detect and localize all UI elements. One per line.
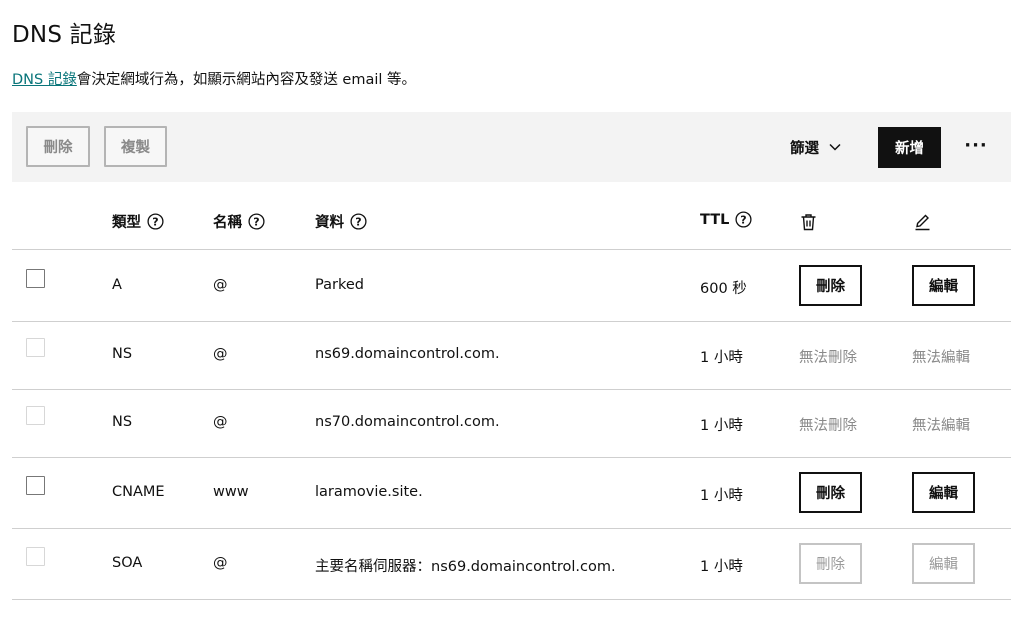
svg-text:?: ? (253, 215, 259, 228)
column-header-data: 資料 ? (315, 211, 367, 232)
record-data: ns69.domaincontrol.com. (315, 346, 500, 362)
help-icon[interactable]: ? (735, 211, 752, 228)
record-name: @ (213, 346, 228, 362)
svg-text:?: ? (152, 215, 158, 228)
records-toolbar: 刪除 複製 篩選 新增 ··· (12, 112, 1011, 182)
column-header-ttl: TTL ? (700, 211, 752, 228)
cannot-delete-text: 無法刪除 (799, 350, 857, 366)
row-checkbox-disabled (26, 338, 45, 357)
intro-text: DNS 記錄會決定網域行為，如顯示網站內容及發送 email 等。 (12, 68, 416, 89)
column-header-type: 類型 ? (112, 211, 164, 232)
dns-records-help-link[interactable]: DNS 記錄 (12, 72, 77, 88)
svg-text:?: ? (741, 213, 747, 226)
cannot-edit-text: 無法編輯 (912, 418, 970, 434)
table-header: 類型 ? 名稱 ? 資料 ? TTL ? (12, 196, 1011, 250)
cannot-edit-text: 無法編輯 (912, 350, 970, 366)
edit-record-button[interactable]: 編輯 (912, 472, 975, 513)
table-row: CNAME www laramovie.site. 1 小時 刪除 編輯 (12, 458, 1011, 529)
help-icon[interactable]: ? (248, 213, 265, 230)
table-row: NS @ ns70.domaincontrol.com. 1 小時 無法刪除 無… (12, 390, 1011, 458)
record-ttl: 1 小時 (700, 488, 743, 504)
bulk-delete-button[interactable]: 刪除 (26, 126, 90, 167)
record-ttl: 1 小時 (700, 418, 743, 434)
delete-record-button-disabled: 刪除 (799, 543, 862, 584)
table-row: NS @ ns69.domaincontrol.com. 1 小時 無法刪除 無… (12, 322, 1011, 390)
record-data: 主要名稱伺服器：ns69.domaincontrol.com. (315, 559, 616, 575)
trash-icon (800, 213, 817, 231)
record-ttl: 1 小時 (700, 350, 743, 366)
page-title: DNS 記錄 (12, 22, 117, 48)
record-ttl: 1 小時 (700, 559, 743, 575)
record-data: laramovie.site. (315, 484, 423, 500)
intro-description: 會決定網域行為，如顯示網站內容及發送 email 等。 (76, 72, 417, 88)
delete-record-button[interactable]: 刪除 (799, 472, 862, 513)
help-icon[interactable]: ? (350, 213, 367, 230)
record-ttl: 600 秒 (700, 281, 747, 297)
edit-record-button[interactable]: 編輯 (912, 265, 975, 306)
chevron-down-icon (829, 143, 841, 151)
row-checkbox[interactable] (26, 476, 45, 495)
edit-record-button-disabled: 編輯 (912, 543, 975, 584)
record-data: Parked (315, 277, 364, 293)
more-options-icon[interactable]: ··· (964, 132, 987, 158)
row-checkbox-disabled (26, 547, 45, 566)
filter-label: 篩選 (790, 140, 819, 157)
column-header-name-label: 名稱 (213, 215, 242, 231)
row-checkbox[interactable] (26, 269, 45, 288)
record-name: @ (213, 555, 228, 571)
bulk-copy-button[interactable]: 複製 (104, 126, 167, 167)
add-record-button[interactable]: 新增 (878, 127, 941, 168)
cannot-delete-text: 無法刪除 (799, 418, 857, 434)
record-name: @ (213, 277, 228, 293)
record-data: ns70.domaincontrol.com. (315, 414, 500, 430)
record-name: www (213, 484, 249, 500)
column-header-type-label: 類型 (112, 215, 141, 231)
table-row: A @ Parked 600 秒 刪除 編輯 (12, 250, 1011, 322)
svg-text:?: ? (355, 215, 361, 228)
record-type: NS (112, 346, 133, 362)
column-header-ttl-label: TTL (700, 211, 730, 228)
row-checkbox-disabled (26, 406, 45, 425)
help-icon[interactable]: ? (147, 213, 164, 230)
table-row: SOA @ 主要名稱伺服器：ns69.domaincontrol.com. 1 … (12, 529, 1011, 600)
record-name: @ (213, 414, 228, 430)
column-header-name: 名稱 ? (213, 211, 265, 232)
record-type: NS (112, 414, 133, 430)
delete-record-button[interactable]: 刪除 (799, 265, 862, 306)
record-type: SOA (112, 555, 143, 571)
filter-dropdown[interactable]: 篩選 (790, 135, 841, 159)
pencil-icon (914, 213, 931, 231)
record-type: CNAME (112, 484, 165, 500)
column-header-data-label: 資料 (315, 215, 344, 231)
record-type: A (112, 277, 122, 293)
